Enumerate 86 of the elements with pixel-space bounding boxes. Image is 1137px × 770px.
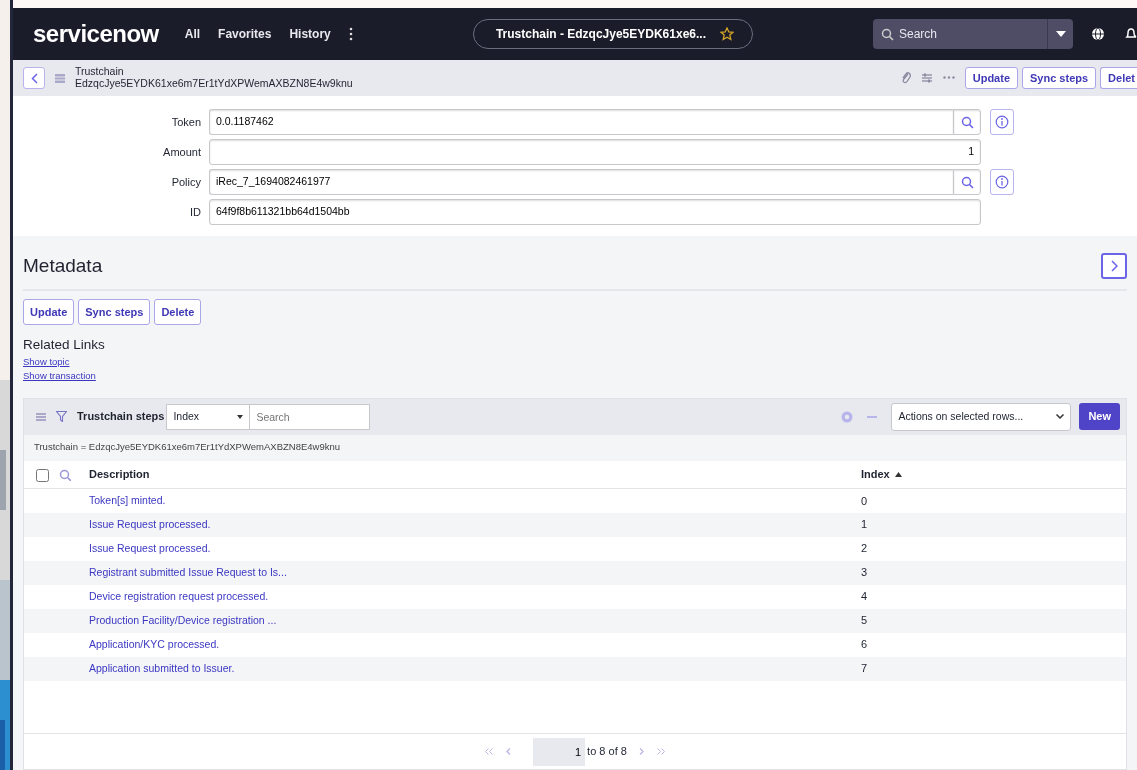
settings-sliders-icon[interactable] — [920, 72, 933, 84]
chevron-left-icon — [30, 72, 38, 84]
section-title: Metadata — [23, 254, 103, 278]
nav-menu-item[interactable]: Favorites — [218, 25, 272, 43]
row-link[interactable]: Issue Request processed. — [89, 542, 211, 555]
table-cell: 1 — [861, 518, 868, 531]
related-link[interactable]: Show topic — [23, 355, 70, 370]
table-cell: 0 — [861, 494, 868, 507]
lookup-search-button[interactable] — [953, 169, 981, 195]
lookup-field[interactable]: iRec_7_1694082461977 — [209, 169, 953, 195]
last-page-icon[interactable] — [655, 748, 666, 755]
back-button[interactable] — [23, 67, 45, 89]
new-button[interactable]: New — [1079, 403, 1120, 430]
sort-ascending-icon — [894, 471, 902, 477]
record-name: EdzqcJye5EYDK61xe6m7Er1tYdXPWemAXBZN8E4w9knu — [75, 78, 353, 90]
nav-menu-item[interactable]: History — [289, 25, 331, 43]
table-cell: 4 — [861, 590, 868, 603]
table-cell: 5 — [861, 614, 868, 627]
search-icon — [960, 115, 974, 129]
search-scope-dropdown[interactable] — [1047, 19, 1073, 49]
lookup-search-button[interactable] — [953, 109, 981, 135]
info-button[interactable] — [990, 109, 1014, 135]
column-header[interactable]: Index — [861, 466, 890, 483]
table-cell: 2 — [861, 542, 868, 555]
chevron-right-icon — [1110, 260, 1118, 273]
table-cell: 7 — [861, 662, 868, 675]
search-icon[interactable] — [59, 469, 71, 482]
row-link[interactable]: Application submitted to Issuer. — [89, 662, 235, 675]
table-cell: 3 — [861, 566, 868, 579]
info-button[interactable] — [990, 169, 1014, 195]
search-icon — [960, 175, 974, 189]
actions-select[interactable]: Actions on selected rows... — [891, 402, 1072, 431]
menu-icon[interactable] — [55, 73, 65, 83]
related-link[interactable]: Show transaction — [23, 369, 96, 384]
filter-breadcrumb[interactable]: Trustchain = EdzqcJye5EYDK61xe6m7Er1tYdXPWemAXBZN8E4w9knu — [34, 440, 340, 455]
input-field[interactable]: 1 — [209, 139, 981, 165]
field-label: Amount — [162, 144, 202, 160]
lookup-field[interactable]: 0.0.1187462 — [209, 109, 953, 135]
list-search-field[interactable]: Search — [250, 403, 371, 430]
row-link[interactable]: Token[s] minted. — [89, 494, 166, 507]
row-link[interactable]: Production Facility/Device registration ... — [89, 614, 277, 627]
page-range: to 8 of 8 — [587, 744, 627, 760]
search-field-select[interactable]: Index — [166, 403, 251, 430]
column-header[interactable]: Description — [89, 468, 150, 481]
row-link[interactable]: Application/KYC processed. — [89, 638, 220, 651]
paperclip-icon[interactable] — [900, 71, 911, 85]
row-link[interactable]: Device registration request processed. — [89, 590, 269, 603]
star-icon[interactable] — [720, 27, 734, 41]
global-search-field[interactable]: Search — [873, 19, 1047, 49]
form-action-button[interactable]: Update — [964, 66, 1018, 90]
search-icon — [881, 28, 894, 41]
previous-page-icon[interactable] — [506, 748, 512, 755]
field-label: Token — [170, 114, 202, 130]
menu-icon[interactable] — [36, 412, 46, 421]
form-action-button[interactable]: Delet — [1100, 66, 1137, 90]
info-icon — [995, 175, 1009, 189]
field-label: Policy — [170, 174, 202, 190]
chevron-down-icon — [1056, 414, 1065, 420]
record-type: Trustchain — [75, 66, 125, 78]
caret-icon — [237, 414, 244, 419]
field-label: ID — [189, 204, 202, 220]
nav-menu-item[interactable]: All — [184, 25, 201, 43]
related-links-heading: Related Links — [23, 335, 106, 354]
filter-icon[interactable] — [56, 411, 67, 423]
form-action-button[interactable]: Sync steps — [78, 298, 151, 325]
caret-icon — [1055, 31, 1066, 37]
settings-icon[interactable] — [841, 410, 854, 423]
list-title: Trustchain steps — [77, 409, 165, 425]
info-icon — [995, 115, 1009, 129]
row-link[interactable]: Issue Request processed. — [89, 518, 211, 531]
form-action-button[interactable]: Delete — [154, 298, 202, 325]
logo[interactable]: servicenow — [33, 16, 159, 52]
globe-icon[interactable] — [1091, 27, 1105, 41]
more-icon[interactable] — [348, 27, 353, 41]
bell-icon[interactable] — [1125, 27, 1137, 41]
select-all-checkbox[interactable] — [36, 468, 49, 482]
form-action-button[interactable]: Update — [23, 298, 75, 325]
first-page-icon[interactable] — [484, 748, 495, 755]
page-number-field[interactable]: 1 — [533, 737, 586, 766]
input-field[interactable]: 64f9f8b611321bb64d1504bb — [209, 199, 981, 225]
row-link[interactable]: Registrant submitted Issue Request to Is... — [89, 566, 287, 579]
form-action-button[interactable]: Sync steps — [1022, 66, 1097, 90]
collapse-icon[interactable] — [867, 415, 878, 418]
next-page-icon[interactable] — [638, 748, 644, 755]
table-cell: 6 — [861, 638, 868, 651]
expand-button[interactable] — [1101, 253, 1127, 280]
